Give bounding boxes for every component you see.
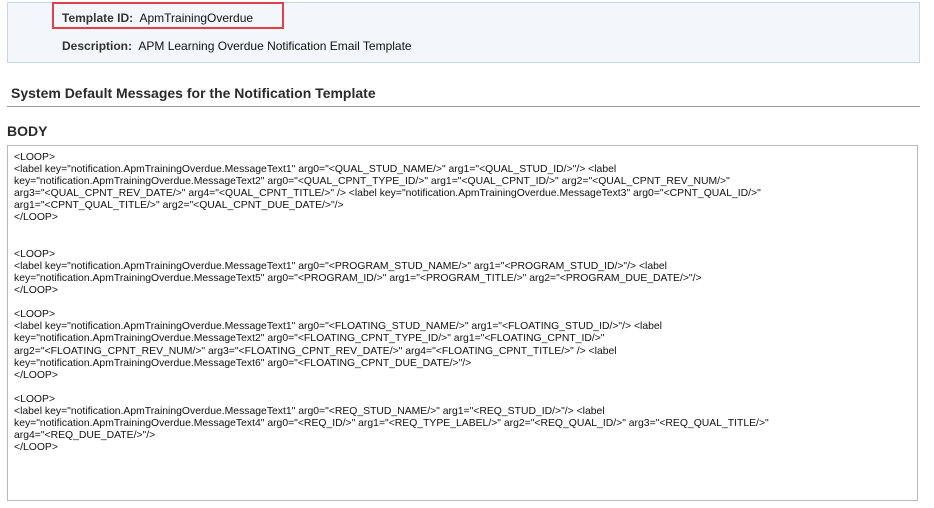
description-value: APM Learning Overdue Notification Email … xyxy=(138,39,412,53)
body-text-area[interactable]: <LOOP> <label key="notification.ApmTrain… xyxy=(7,145,918,501)
body-text-content: <LOOP> <label key="notification.ApmTrain… xyxy=(14,152,769,454)
section-divider xyxy=(7,106,920,107)
description-row: Description: APM Learning Overdue Notifi… xyxy=(62,39,412,53)
section-title: System Default Messages for the Notifica… xyxy=(11,85,376,101)
notification-template-page: Template ID: ApmTrainingOverdue Descript… xyxy=(0,0,934,508)
body-heading: BODY xyxy=(7,123,48,139)
template-id-highlight xyxy=(52,2,284,29)
description-label: Description: xyxy=(62,39,133,53)
